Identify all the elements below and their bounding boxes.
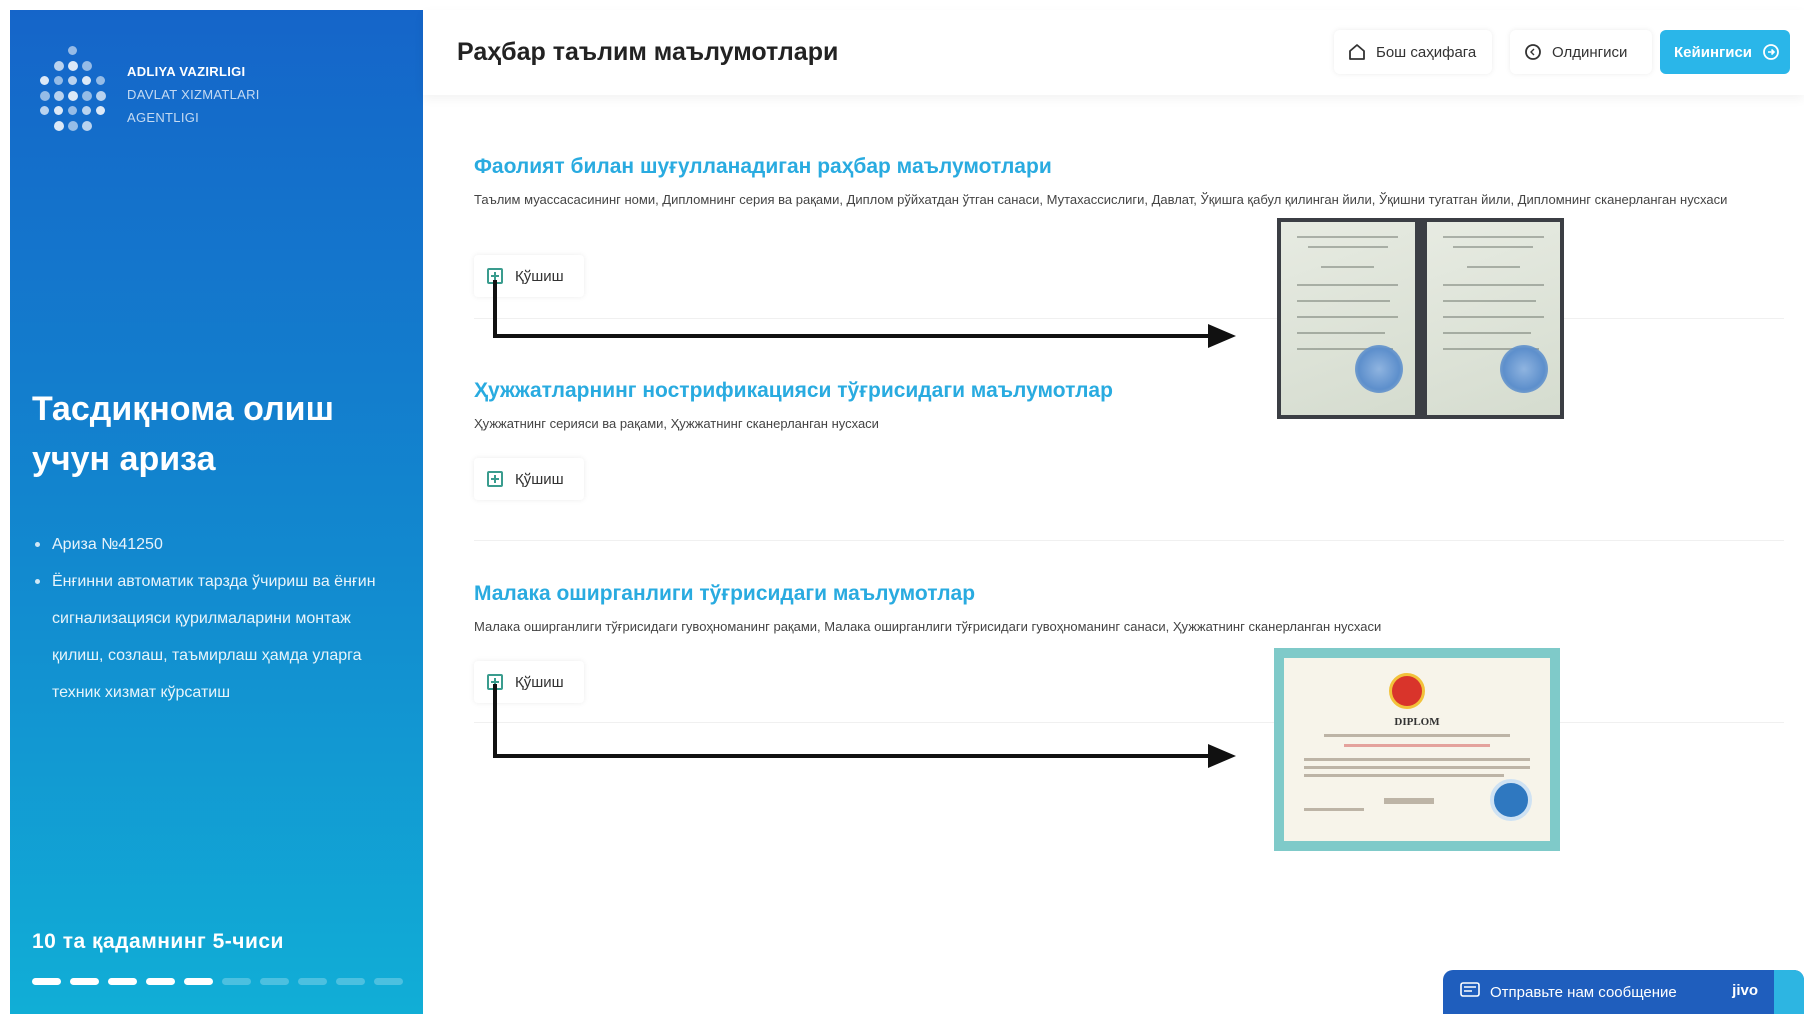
certificate-example-image: DIPLOM: [1274, 648, 1560, 851]
logo-dot: [68, 61, 78, 71]
logo-dot: [54, 76, 63, 85]
agency-logo-icon: [32, 46, 122, 146]
logo-dot: [40, 91, 50, 101]
diploma-page-right: [1426, 222, 1560, 415]
section-nostrification: Ҳужжатларнинг нострификацияси тўғрисидаг…: [474, 379, 1774, 434]
certificate-body: DIPLOM: [1284, 658, 1550, 841]
chat-label: Отправьте нам сообщение: [1490, 983, 1677, 1001]
section-manager-info: Фаолият билан шуғулланадиган раҳбар маъл…: [474, 155, 1774, 210]
certificate-logo-icon: [1389, 673, 1425, 709]
previous-button-label: Олдингиси: [1552, 43, 1628, 61]
logo-dot: [96, 76, 105, 85]
next-button[interactable]: Кейингиси: [1660, 30, 1790, 74]
section-title: Фаолият билан шуғулланадиган раҳбар маъл…: [474, 155, 1052, 178]
progress-segment: [260, 978, 289, 985]
progress-segment: [298, 978, 327, 985]
home-icon: [1348, 43, 1366, 61]
chat-brand: jivo: [1732, 982, 1758, 999]
progress-segment: [336, 978, 365, 985]
logo-dot: [96, 106, 105, 115]
logo-dot: [82, 76, 91, 85]
application-number: Ариза №41250: [32, 526, 392, 563]
logo-dot: [40, 106, 49, 115]
annotation-arrow-1: [493, 280, 1236, 348]
org-line-3: AGENTLIGI: [127, 110, 200, 125]
diploma-page-left: [1281, 222, 1415, 415]
org-line-2: DAVLAT XIZMATLARI: [127, 87, 260, 102]
certificate-title: DIPLOM: [1394, 716, 1440, 728]
chat-tab: [1774, 970, 1804, 1014]
logo-dot: [40, 76, 49, 85]
diploma-example-image: [1277, 218, 1564, 419]
circle-icon: [1524, 43, 1542, 61]
logo-dot: [82, 106, 91, 115]
chat-widget-button[interactable]: Отправьте нам сообщение jivo: [1443, 970, 1804, 1014]
progress-segment: [374, 978, 403, 985]
progress-segment: [222, 978, 251, 985]
page-title: Раҳбар таълим маълумотлари: [457, 38, 839, 66]
plus-square-icon: [487, 471, 503, 487]
section-title: Малака оширганлиги тўғрисидаги маълумотл…: [474, 582, 976, 605]
next-button-label: Кейингиси: [1674, 43, 1753, 61]
home-button-label: Бош саҳифага: [1376, 43, 1477, 61]
application-title: Тасдиқнома олиш учун ариза: [32, 390, 334, 478]
annotation-arrow-2: [493, 684, 1236, 768]
logo-dot: [96, 91, 106, 101]
logo-dot: [54, 121, 64, 131]
logo-dot: [82, 91, 92, 101]
section-qualification: Малака оширганлиги тўғрисидаги маълумотл…: [474, 582, 1774, 637]
step-counter: 10 та қадамнинг 5-чиси: [32, 930, 284, 953]
progress-segment: [184, 978, 213, 985]
logo-dot: [82, 61, 92, 71]
logo-dot: [54, 61, 64, 71]
logo-dot: [68, 121, 78, 131]
logo-dot: [82, 121, 92, 131]
logo-dot: [68, 91, 78, 101]
sidebar: ADLIYA VAZIRLIGI DAVLAT XIZMATLARI AGENT…: [10, 10, 423, 1014]
organization-name: ADLIYA VAZIRLIGI DAVLAT XIZMATLARI AGENT…: [127, 60, 260, 129]
section-description: Малака оширганлиги тўғрисидаги гувоҳнома…: [474, 619, 1382, 634]
previous-button[interactable]: Олдингиси: [1510, 30, 1652, 74]
stamp-icon: [1500, 345, 1548, 393]
page-header: Раҳбар таълим маълумотлари Бош саҳифага …: [423, 10, 1804, 95]
divider: [474, 540, 1784, 541]
logo-dot: [54, 91, 64, 101]
logo-dot: [68, 106, 77, 115]
section-description: Таълим муассасасининг номи, Дипломнинг с…: [474, 192, 1728, 207]
progress-segment: [146, 978, 175, 985]
message-icon: [1460, 982, 1480, 1002]
stamp-icon: [1354, 345, 1403, 393]
home-button[interactable]: Бош саҳифага: [1334, 30, 1492, 74]
progress-segment: [70, 978, 99, 985]
logo-dot: [68, 76, 77, 85]
logo-dot: [68, 46, 77, 55]
application-details: Ариза №41250 Ёнғинни автоматик тарзда ўч…: [32, 526, 392, 711]
org-line-1: ADLIYA VAZIRLIGI: [127, 64, 246, 79]
progress-segment: [32, 978, 61, 985]
add-button-nostrification[interactable]: Қўшиш: [474, 458, 584, 500]
section-title: Ҳужжатларнинг нострификацияси тўғрисидаг…: [474, 379, 1113, 402]
add-button-label: Қўшиш: [515, 470, 564, 488]
progress-segment: [108, 978, 137, 985]
logo-dot: [54, 106, 63, 115]
step-progress-bar: [32, 978, 403, 985]
service-description: Ёнғинни автоматик тарзда ўчириш ва ёнғин…: [32, 563, 392, 711]
arrow-right-circle-icon: [1762, 43, 1780, 61]
seal-icon: [1490, 779, 1532, 821]
